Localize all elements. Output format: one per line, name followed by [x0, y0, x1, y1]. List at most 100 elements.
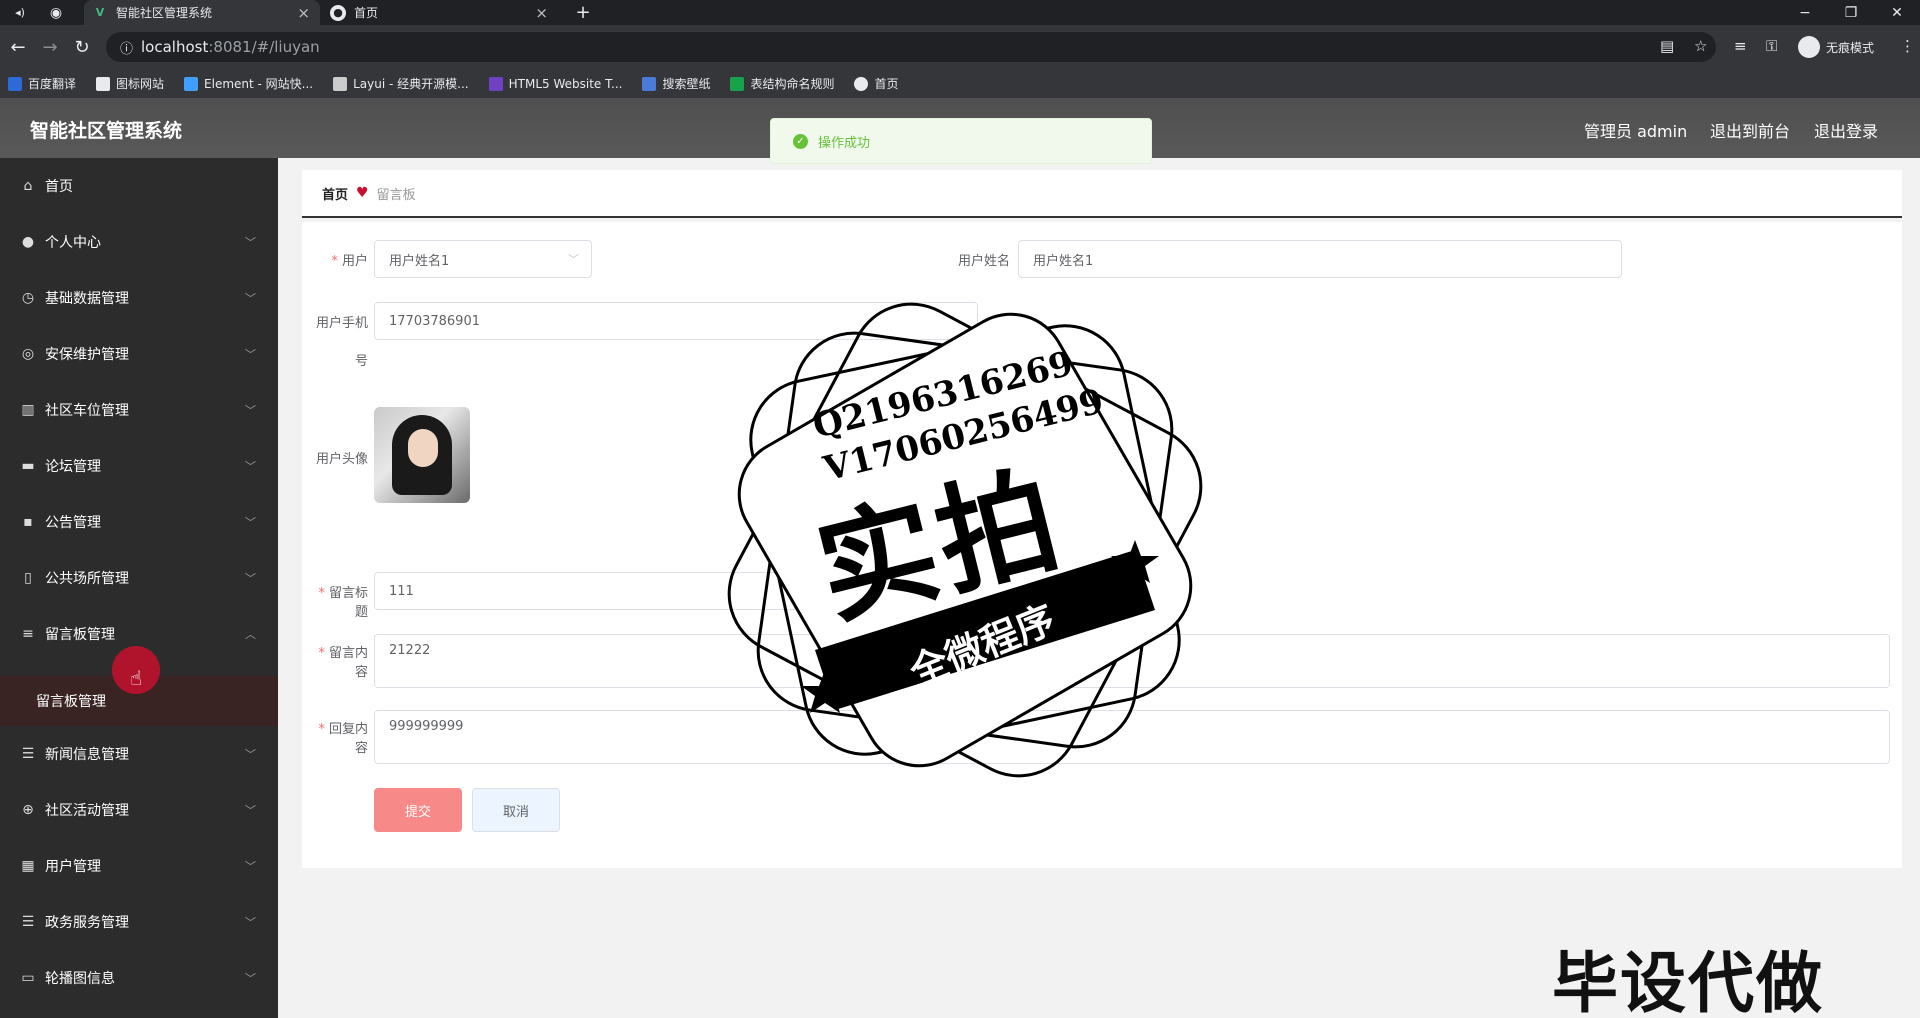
reading-list-icon[interactable]: ≡ [1734, 37, 1747, 55]
menu-icon: ☰ [21, 914, 35, 930]
reload-icon[interactable]: ↻ [70, 35, 94, 59]
back-icon[interactable]: ← [6, 35, 30, 59]
breadcrumb-current: 留言板 [376, 187, 416, 203]
chevron-down-icon: ﹀ [245, 348, 256, 361]
username-label: 用户姓名 [957, 254, 1010, 269]
restore-icon[interactable]: ❐ [1828, 0, 1874, 25]
to-front-link[interactable]: 退出到前台 [1710, 118, 1790, 142]
sidebar-item-label: 轮播图信息 [45, 971, 115, 987]
tab-inactive[interactable]: ● 首页 × [322, 0, 558, 25]
success-toast: ✓ 操作成功 [770, 118, 1152, 164]
vue-icon: V [95, 6, 105, 19]
key-icon[interactable]: ⚿ [1766, 37, 1777, 55]
sidebar-item-places[interactable]: ▯ 公共场所管理 ﹀ [0, 550, 278, 606]
incognito-icon [1798, 36, 1820, 58]
wallpaper-icon [642, 76, 657, 91]
phone-label-cont: 号 [354, 354, 368, 369]
users-icon: ▦ [21, 858, 35, 874]
sidebar-item-parking[interactable]: ▥ 社区车位管理 ﹀ [0, 382, 278, 438]
sidebar-item-carousel[interactable]: ▭ 轮播图信息 ﹀ [0, 950, 278, 1006]
sidebar-item-security[interactable]: ◎ 安保维护管理 ﹀ [0, 326, 278, 382]
chevron-down-icon: ﹀ [245, 916, 256, 929]
sidebar-item-users[interactable]: ▦ 用户管理 ﹀ [0, 838, 278, 894]
element-icon [184, 76, 199, 91]
browser-tab-bar: ◂) ◉ V 智能社区管理系统 × ● 首页 × + − ❐ ✕ [0, 0, 1920, 25]
forward-icon[interactable]: → [38, 35, 62, 59]
sidebar-subitem-label: 留言板管理 [36, 694, 106, 710]
sidebar-item-government[interactable]: ☰ 政务服务管理 ﹀ [0, 894, 278, 950]
clock-icon: ◷ [21, 290, 35, 306]
globe-icon [854, 76, 869, 91]
bookmark-item[interactable]: Layui - 经典开源模... [333, 75, 469, 92]
close-icon[interactable]: × [297, 4, 310, 22]
check-icon: ✓ [793, 133, 808, 149]
chevron-down-icon: ﹀ [245, 404, 256, 417]
corner-watermark: 毕设代做 [1552, 945, 1824, 1018]
translate-icon[interactable]: ▤ [1660, 37, 1674, 55]
sidebar-item-label: 公共场所管理 [45, 571, 129, 587]
user-select[interactable]: 用户姓名1 ﹀ [374, 240, 592, 278]
user-avatar-image[interactable] [374, 407, 470, 503]
message-icon: ▪ [23, 514, 33, 530]
reply-textarea[interactable]: 999999999 [374, 710, 1890, 764]
bookmark-item[interactable]: 图标网站 [96, 75, 164, 92]
minimize-icon[interactable]: − [1782, 0, 1828, 25]
chevron-down-icon: ﹀ [245, 516, 256, 529]
logout-link[interactable]: 退出登录 [1814, 118, 1878, 142]
user-label: * 用户 [331, 254, 368, 269]
address-bar: ← → ↻ ⓘ localhost:8081/#/liuyan ▤ ☆ ≡ ⚿ … [0, 25, 1920, 69]
chevron-down-icon: ﹀ [245, 292, 256, 305]
forum-icon: ▬ [21, 458, 35, 474]
sidebar-item-home[interactable]: ⌂ 首页 [0, 158, 278, 214]
sidebar-item-label: 新闻信息管理 [45, 747, 129, 763]
username-field[interactable]: 用户姓名1 [1018, 240, 1622, 278]
sidebar-item-notice[interactable]: ▪ 公告管理 ﹀ [0, 494, 278, 550]
close-icon[interactable]: × [535, 4, 548, 22]
bookmark-item[interactable]: 搜索壁纸 [642, 75, 710, 92]
sidebar-item-activities[interactable]: ⊕ 社区活动管理 ﹀ [0, 782, 278, 838]
url-input[interactable]: ⓘ localhost:8081/#/liuyan [106, 32, 1716, 62]
new-tab-icon[interactable]: + [568, 0, 598, 25]
hand-cursor-icon: ☝ [130, 666, 143, 690]
bookmark-item[interactable]: 表结构命名规则 [730, 75, 834, 92]
star-icon[interactable]: ☆ [1694, 37, 1707, 55]
sidebar-item-forum[interactable]: ▬ 论坛管理 ﹀ [0, 438, 278, 494]
bookmark-item[interactable]: 首页 [854, 75, 899, 92]
globe-icon: ⊕ [22, 802, 34, 818]
sidebar-item-label: 社区活动管理 [45, 803, 129, 819]
toast-message: 操作成功 [818, 135, 871, 151]
filter-icon: ≡ [22, 626, 34, 642]
sidebar-item-label: 政务服务管理 [45, 915, 129, 931]
sidebar-item-basedata[interactable]: ◷ 基础数据管理 ﹀ [0, 270, 278, 326]
sidebar-item-label: 社区车位管理 [45, 403, 129, 419]
heart-icon: ♥ [356, 185, 369, 201]
cancel-button[interactable]: 取消 [472, 788, 560, 832]
bookmark-label: 首页 [874, 77, 899, 91]
sidebar-item-news[interactable]: ☰ 新闻信息管理 ﹀ [0, 726, 278, 782]
phone-field[interactable]: 17703786901 [374, 302, 978, 340]
info-icon[interactable]: ⓘ [120, 38, 133, 57]
tab-favicon-icon: ◉ [49, 4, 63, 21]
sidebar-item-personal[interactable]: ● 个人中心 ﹀ [0, 214, 278, 270]
window-close-icon[interactable]: ✕ [1874, 0, 1920, 25]
sidebar-item-label: 公告管理 [45, 515, 101, 531]
chevron-down-icon: ﹀ [245, 972, 256, 985]
app-title: 智能社区管理系统 [30, 120, 183, 142]
submit-button[interactable]: 提交 [374, 788, 462, 832]
bookmark-item[interactable]: HTML5 Website T... [488, 76, 622, 91]
chevron-down-icon: ﹀ [245, 236, 256, 249]
home-icon: ⌂ [23, 178, 33, 194]
incognito-indicator[interactable]: 无痕模式 [1798, 34, 1874, 60]
bookmark-item[interactable]: 百度翻译 [8, 75, 76, 92]
more-icon[interactable]: ⋮ [1900, 37, 1915, 55]
bookmark-item[interactable]: Element - 网站快... [184, 75, 313, 92]
breadcrumb-home[interactable]: 首页 [322, 184, 348, 203]
globe-icon: ● [330, 4, 346, 21]
tab-active[interactable]: V 智能社区管理系统 × [84, 0, 320, 25]
url-host: localhost [141, 38, 209, 56]
content-label: * 留言内容 [318, 646, 368, 680]
content-textarea[interactable]: 21222 [374, 634, 1890, 688]
tab-audio-icon[interactable]: ◂) [4, 0, 36, 25]
user-icon: ● [21, 234, 35, 250]
sidebar-item-label: 论坛管理 [45, 459, 101, 475]
